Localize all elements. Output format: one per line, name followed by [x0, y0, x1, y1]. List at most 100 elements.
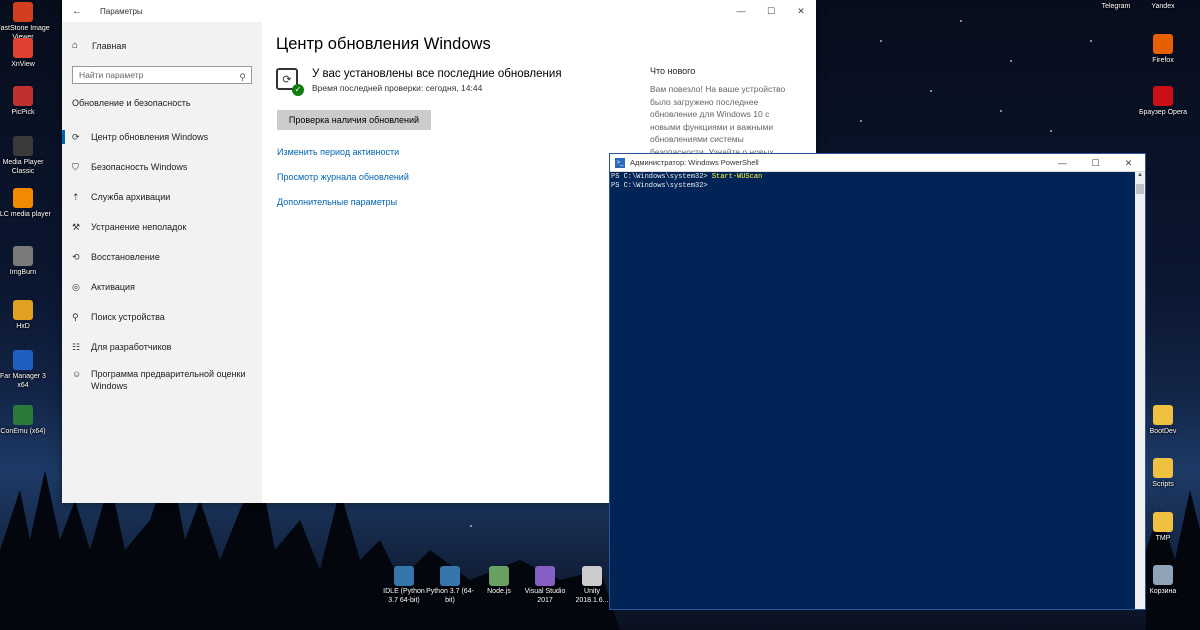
folder-icon	[1153, 458, 1173, 478]
console-line: PS C:\Windows\system32>	[611, 182, 1134, 191]
minimize-icon[interactable]: —	[726, 0, 756, 22]
desktop-shortcut[interactable]: Visual Studio 2017	[521, 566, 569, 605]
maximize-icon[interactable]: ☐	[756, 0, 786, 22]
desktop-shortcut-label: Visual Studio 2017	[524, 588, 566, 604]
desktop-shortcut-label: Yandex	[1151, 3, 1175, 10]
sidebar-nav: ⟳ Центр обновления Windows ⛉ Безопасность W…	[62, 122, 262, 396]
minimize-icon[interactable]: —	[1046, 154, 1079, 172]
search-icon[interactable]: ⚲	[239, 69, 246, 85]
faststone-icon	[13, 2, 33, 22]
desktop-shortcut[interactable]: Браузер Opera	[1135, 86, 1191, 117]
desktop-shortcut[interactable]: Firefox	[1135, 34, 1191, 65]
desktop-shortcut[interactable]: ConEmu (x64)	[0, 405, 51, 436]
opera-icon	[1153, 86, 1173, 106]
sidebar-item-label: Служба архивации	[91, 192, 171, 202]
desktop-shortcut-label: VLC media player	[0, 211, 51, 218]
firefox-icon	[1153, 34, 1173, 54]
maximize-icon[interactable]: ☐	[1079, 154, 1112, 172]
sidebar-item[interactable]: ⟲ Восстановление	[62, 242, 262, 272]
scroll-thumb[interactable]	[1136, 184, 1144, 194]
recovery-icon: ⟲	[72, 251, 80, 262]
powershell-window[interactable]: >_ Администратор: Windows PowerShell — ☐…	[609, 153, 1146, 610]
change-active-hours-link[interactable]: Изменить период активности	[277, 147, 399, 157]
desktop-shortcut[interactable]: ImgBurn	[0, 246, 51, 277]
desktop-shortcut[interactable]: XnView	[0, 38, 51, 69]
sidebar-item-label: Центр обновления Windows	[91, 132, 209, 142]
powershell-titlebar[interactable]: >_ Администратор: Windows PowerShell — ☐…	[610, 154, 1145, 172]
search-input[interactable]: Найти параметр ⚲	[72, 66, 252, 84]
folder-icon	[1153, 405, 1173, 425]
settings-sidebar: ⌂ Главная Найти параметр ⚲ Обновление и …	[62, 22, 262, 503]
search-placeholder: Найти параметр	[79, 70, 144, 80]
status-title: У вас установлены все последние обновлен…	[312, 68, 562, 80]
sidebar-item[interactable]: ⇡ Служба архивации	[62, 182, 262, 212]
conemu-icon	[13, 405, 33, 425]
desktop-shortcut-label: IDLE (Python 3.7 64-bit)	[383, 588, 425, 604]
sidebar-item[interactable]: ⚒ Устранение неполадок	[62, 212, 262, 242]
scroll-up-icon[interactable]: ▲	[1135, 172, 1145, 182]
powershell-title: Администратор: Windows PowerShell	[630, 158, 759, 167]
desktop-shortcut[interactable]: HxD	[0, 300, 51, 331]
desktop-shortcut-label: Far Manager 3 x64	[0, 373, 46, 389]
sidebar-item-label: Активация	[91, 282, 135, 292]
desktop-shortcut-label: Python 3.7 (64-bit)	[426, 588, 474, 604]
desktop-shortcut[interactable]: VLC media player	[0, 188, 51, 219]
desktop-shortcut-label: HxD	[16, 323, 30, 330]
update-status-icon: ⟳ ✓	[276, 68, 304, 96]
wrench-icon: ⚒	[72, 221, 81, 232]
whats-new-title: Что нового	[650, 66, 696, 76]
sidebar-item[interactable]: ⟳ Центр обновления Windows	[62, 122, 262, 152]
sidebar-item[interactable]: ☷ Для разработчиков	[62, 332, 262, 362]
sidebar-item[interactable]: ☺ Программа предварительной оценки Window…	[62, 362, 262, 396]
desktop-shortcut-label: Media Player Classic	[2, 159, 44, 175]
sync-icon: ⟳	[72, 131, 80, 142]
desktop-shortcut[interactable]: PicPick	[0, 86, 51, 117]
view-update-history-link[interactable]: Просмотр журнала обновлений	[277, 172, 409, 182]
nodejs-icon	[489, 566, 509, 586]
visual-studio-icon	[535, 566, 555, 586]
close-icon[interactable]: ✕	[786, 0, 816, 22]
developer-icon: ☷	[72, 341, 81, 352]
home-label: Главная	[92, 40, 127, 51]
desktop-shortcut[interactable]: IDLE (Python 3.7 64-bit)	[380, 566, 428, 605]
sidebar-item-label: Программа предварительной оценки Windows	[91, 369, 246, 391]
imgburn-icon	[13, 246, 33, 266]
back-arrow-icon[interactable]: ←	[62, 6, 92, 17]
desktop-shortcut[interactable]: Python 3.7 (64-bit)	[426, 566, 474, 605]
advanced-options-link[interactable]: Дополнительные параметры	[277, 197, 397, 207]
mpc-icon	[13, 136, 33, 156]
console-scrollbar[interactable]: ▲	[1135, 172, 1145, 609]
sidebar-item[interactable]: ◎ Активация	[62, 272, 262, 302]
desktop-shortcut[interactable]: Media Player Classic	[0, 136, 51, 176]
home-link[interactable]: ⌂ Главная	[72, 40, 126, 51]
console-prompt: PS C:\Windows\system32>	[611, 173, 712, 181]
vlc-icon	[13, 188, 33, 208]
console-output[interactable]: PS C:\Windows\system32> Start-WUScan PS C…	[610, 172, 1135, 609]
settings-titlebar[interactable]: ← Параметры — ☐ ✕	[62, 0, 816, 22]
sidebar-item-label: Восстановление	[91, 252, 160, 262]
far-manager-icon	[13, 350, 33, 370]
check-updates-button[interactable]: Проверка наличия обновлений	[277, 110, 431, 130]
checkmark-icon: ✓	[292, 84, 304, 96]
desktop-shortcut-label: Node.js	[487, 588, 511, 595]
folder-icon	[1153, 512, 1173, 532]
desktop-shortcut-label: PicPick	[11, 109, 35, 116]
desktop-shortcut[interactable]: FastStone Image Viewer	[0, 2, 51, 42]
desktop-shortcut[interactable]: Far Manager 3 x64	[0, 350, 51, 390]
home-icon: ⌂	[72, 40, 79, 51]
section-title: Обновление и безопасность	[72, 98, 191, 108]
desktop-shortcut[interactable]: Yandex	[1135, 0, 1191, 11]
update-status: ⟳ ✓ У вас установлены все последние обно…	[276, 68, 562, 96]
close-icon[interactable]: ✕	[1112, 154, 1145, 172]
picpick-icon	[13, 86, 33, 106]
whats-new-text: Вам повезло! На ваше устройство было заг…	[650, 84, 786, 157]
find-device-icon: ⚲	[72, 311, 79, 322]
backup-icon: ⇡	[72, 191, 80, 202]
sidebar-item[interactable]: ⚲ Поиск устройства	[62, 302, 262, 332]
desktop-shortcut-label: Браузер Opera	[1138, 109, 1188, 116]
sidebar-item-label: Устранение неполадок	[91, 222, 187, 232]
sidebar-item[interactable]: ⛉ Безопасность Windows	[62, 152, 262, 182]
desktop-shortcut[interactable]: Node.js	[475, 566, 523, 597]
shield-icon: ⛉	[72, 161, 79, 172]
sidebar-item-label: Поиск устройства	[91, 312, 165, 322]
